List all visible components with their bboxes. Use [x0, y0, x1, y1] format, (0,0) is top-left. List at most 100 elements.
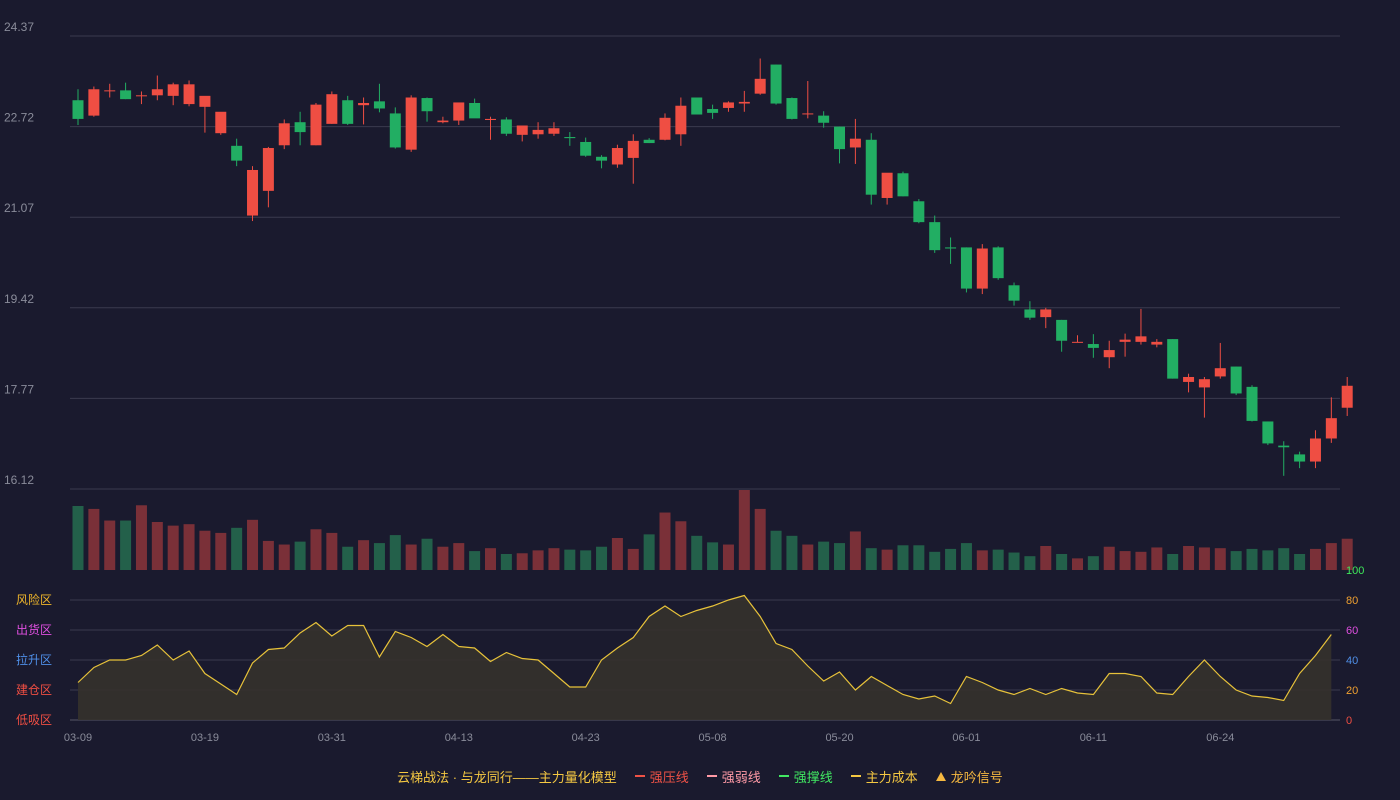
candle — [262, 146, 274, 208]
candle-body — [532, 129, 544, 135]
candle — [960, 247, 972, 293]
legend-title-text: 云梯战法 · 与龙同行——主力量化模型 — [397, 769, 617, 785]
legend-item-resistance[interactable]: 强压线 — [634, 767, 689, 786]
volume-bar — [167, 525, 179, 570]
candle — [484, 116, 496, 140]
candle-body — [1040, 309, 1052, 318]
candle-body — [802, 113, 814, 115]
legend-item-cost[interactable]: 主力成本 — [850, 767, 918, 786]
candle-body — [865, 139, 877, 195]
candle-body — [405, 97, 417, 150]
volume-bar — [945, 548, 957, 570]
candle — [120, 82, 132, 100]
candle — [1056, 319, 1068, 352]
candle — [453, 102, 465, 125]
candle-body — [707, 109, 719, 113]
zone-label: 风险区 — [16, 592, 52, 607]
volume-bar — [754, 508, 766, 570]
legend-item-signal[interactable]: 龙吟信号 — [935, 767, 1003, 786]
volume-bar — [770, 530, 782, 570]
candle — [707, 104, 719, 119]
candle — [849, 118, 861, 164]
candle — [1135, 308, 1147, 345]
candle — [405, 95, 417, 152]
volume-bar — [722, 544, 734, 570]
volume-bar — [1008, 552, 1020, 570]
candle — [104, 83, 116, 98]
zone-label: 低吸区 — [16, 713, 52, 727]
candle — [691, 97, 703, 115]
price-tick-label: 21.07 — [4, 201, 34, 215]
legend-item-support[interactable]: 强撑线 — [778, 767, 833, 786]
indicator-tick-label: 40 — [1346, 655, 1358, 667]
legend-label: 龙吟信号 — [950, 769, 1003, 785]
chart-legend: 云梯战法 · 与龙同行——主力量化模型 强压线 强弱线 强撑线 主力成本 龙吟信… — [0, 766, 1400, 786]
candle-body — [580, 141, 592, 156]
volume-bar — [1278, 548, 1290, 570]
price-grid — [70, 35, 1340, 490]
candle-body — [1087, 344, 1099, 348]
candle-body — [897, 173, 909, 197]
candle — [1214, 342, 1226, 379]
candle — [342, 95, 354, 125]
volume-bar — [627, 548, 639, 570]
volume-bar — [247, 519, 259, 570]
indicator-tick-label: 60 — [1346, 625, 1358, 637]
candle-body — [1008, 285, 1020, 301]
volume-bar — [1151, 547, 1163, 570]
candle — [358, 97, 370, 125]
candle — [1119, 333, 1131, 357]
candle — [675, 97, 687, 146]
candle — [1341, 376, 1353, 416]
candle-body — [342, 100, 354, 124]
indicator-tick-label: 20 — [1346, 685, 1358, 697]
candle — [1103, 340, 1115, 369]
candle-body — [1294, 454, 1306, 462]
candle — [992, 246, 1004, 280]
volume-bar — [183, 524, 195, 570]
candle — [532, 122, 544, 139]
solid-line-icon — [778, 775, 789, 777]
price-tick-label: 17.77 — [4, 382, 34, 396]
candle — [738, 90, 750, 112]
candle — [627, 134, 639, 184]
candle-body — [469, 102, 481, 119]
candle-body — [1024, 309, 1036, 318]
dashed-line-icon — [850, 775, 861, 777]
volume-bar — [342, 546, 354, 570]
legend-item-strength[interactable]: 强弱线 — [706, 767, 761, 786]
candle — [1087, 334, 1099, 358]
candle — [564, 132, 576, 146]
volume-bar — [834, 543, 846, 570]
zone-label: 出货区 — [16, 622, 52, 637]
candle — [580, 137, 592, 157]
volume-bar — [1119, 551, 1131, 570]
price-tick-label: 19.42 — [4, 292, 34, 306]
volume-bar — [1183, 546, 1195, 570]
candle — [1151, 339, 1163, 348]
candle — [278, 119, 290, 150]
candle-body — [326, 94, 338, 124]
candle — [913, 199, 925, 224]
candle-body — [183, 84, 195, 105]
candle-body — [167, 84, 179, 96]
volume-bar — [278, 544, 290, 570]
candle-body — [913, 201, 925, 223]
volume-bar — [88, 508, 100, 570]
candle — [1024, 301, 1036, 320]
candle — [1198, 376, 1210, 418]
candle-body — [1246, 386, 1258, 421]
volume-bar — [231, 527, 243, 570]
volume-bar — [580, 550, 592, 570]
candle — [1309, 430, 1321, 469]
candle-body — [88, 89, 100, 116]
candle-body — [627, 140, 639, 158]
volume-bar — [72, 506, 84, 570]
price-tick-label: 22.72 — [4, 111, 34, 125]
volume-bar — [929, 551, 941, 570]
volume-bar — [1040, 546, 1052, 570]
volume-bar — [643, 534, 655, 570]
volume-bar — [1056, 554, 1068, 570]
candle-body — [643, 139, 655, 144]
candle-body — [421, 98, 433, 112]
